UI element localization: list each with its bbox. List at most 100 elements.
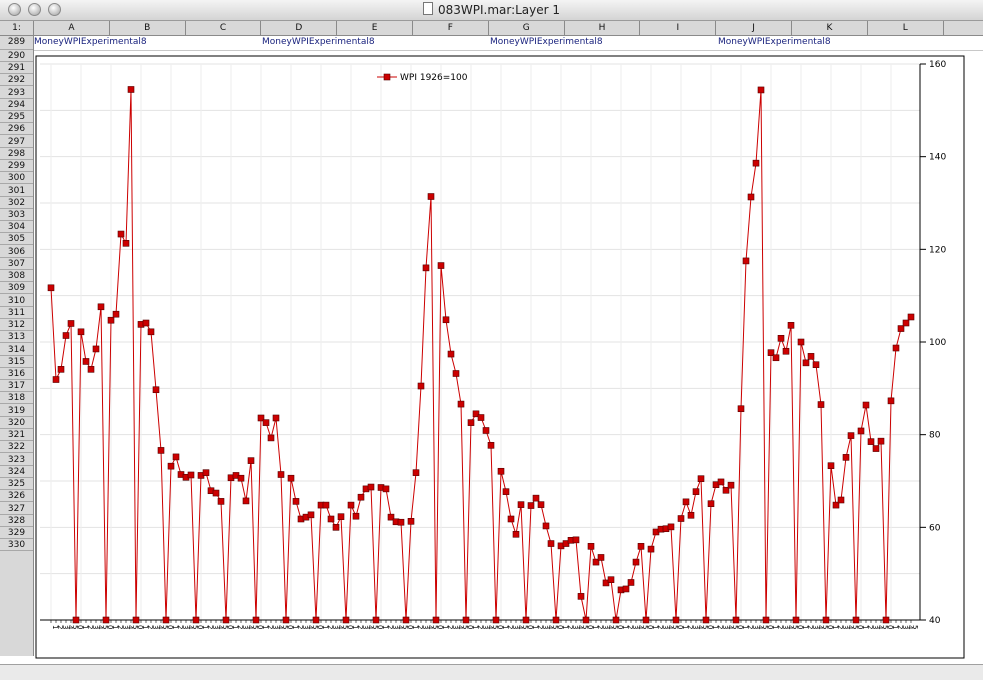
data-point-80 <box>447 350 455 358</box>
data-point-6 <box>77 328 85 336</box>
data-point-169 <box>892 344 900 352</box>
data-point-128 <box>687 511 695 519</box>
data-point-40 <box>247 457 255 464</box>
data-point-57 <box>332 524 340 531</box>
data-point-153 <box>812 361 820 369</box>
data-point-0 <box>47 284 55 292</box>
data-point-81 <box>452 370 460 377</box>
data-point-39 <box>242 497 250 505</box>
data-point-2 <box>57 366 65 373</box>
data-point-29 <box>192 616 200 624</box>
data-point-60 <box>347 501 355 509</box>
data-point-76 <box>427 193 435 200</box>
data-point-5 <box>72 616 80 624</box>
data-point-152 <box>807 353 815 360</box>
data-point-101 <box>552 616 560 624</box>
data-point-53 <box>312 616 320 624</box>
data-point-33 <box>212 489 220 497</box>
spreadsheet-window: 083WPI.mar:Layer 1 1: A B C D E F G H I J K L 289 290… <box>0 0 983 680</box>
data-point-34 <box>217 498 225 505</box>
data-point-9 <box>92 345 100 353</box>
data-point-130 <box>697 475 705 482</box>
data-point-158 <box>837 496 845 504</box>
data-point-44 <box>267 434 275 442</box>
data-point-83 <box>462 616 470 624</box>
data-point-31 <box>202 469 210 476</box>
data-point-93 <box>512 530 520 538</box>
data-point-154 <box>817 401 825 408</box>
data-point-106 <box>577 593 585 600</box>
data-point-140 <box>747 193 755 201</box>
data-point-171 <box>902 319 910 327</box>
horizontal-scrollbar[interactable] <box>0 664 983 680</box>
data-point-94 <box>517 501 525 508</box>
data-point-56 <box>327 515 335 523</box>
data-point-24 <box>167 462 175 470</box>
data-point-25 <box>172 453 180 461</box>
data-point-21 <box>152 386 160 394</box>
data-point-105 <box>572 536 580 544</box>
data-point-124 <box>667 523 675 531</box>
data-point-162 <box>857 427 865 435</box>
data-point-165 <box>872 445 880 452</box>
data-point-118 <box>637 543 645 550</box>
data-point-79 <box>442 316 450 324</box>
data-point-67 <box>382 485 390 493</box>
data-point-137 <box>732 616 740 624</box>
data-point-8 <box>87 366 95 373</box>
data-point-127 <box>682 498 690 506</box>
data-point-12 <box>107 316 115 324</box>
wpi-line-chart: 40 60 80 100 120 140 160 123450123450123450123… <box>35 55 965 659</box>
data-point-20 <box>147 328 155 336</box>
y-tick-label-80: 80 <box>929 431 941 441</box>
chart-x-axis: 1234501234501234501234501234501234501234… <box>40 619 920 630</box>
data-point-142 <box>757 86 765 94</box>
data-point-170 <box>897 325 905 332</box>
y-tick-label-160: 160 <box>929 60 946 70</box>
data-point-77 <box>432 616 440 624</box>
data-point-11 <box>102 616 110 624</box>
chart-legend: WPI 1926=100 <box>377 73 468 83</box>
legend-label: WPI 1926=100 <box>400 73 468 83</box>
data-point-172 <box>907 313 915 321</box>
data-point-166 <box>877 437 885 445</box>
data-point-100 <box>547 540 555 547</box>
series-line-wpi <box>50 89 912 621</box>
y-tick-label-140: 140 <box>929 153 946 163</box>
x-tick-label-172: 5 <box>911 625 919 629</box>
data-point-159 <box>842 454 850 461</box>
data-point-7 <box>82 358 90 365</box>
data-point-74 <box>417 382 425 390</box>
data-point-136 <box>727 481 735 489</box>
data-point-35 <box>222 616 230 624</box>
data-point-41 <box>252 616 260 624</box>
data-point-75 <box>422 264 430 272</box>
data-point-70 <box>397 518 405 526</box>
data-point-164 <box>867 438 875 445</box>
data-point-107 <box>582 616 590 624</box>
data-point-78 <box>437 262 445 269</box>
data-point-48 <box>287 474 295 482</box>
data-point-112 <box>607 576 615 583</box>
data-point-73 <box>412 469 420 476</box>
data-point-86 <box>477 414 485 421</box>
y-tick-label-100: 100 <box>929 338 946 348</box>
data-point-151 <box>802 359 810 367</box>
data-point-49 <box>292 498 300 505</box>
data-point-110 <box>597 554 605 561</box>
data-point-120 <box>647 545 655 553</box>
data-point-116 <box>627 579 635 586</box>
data-point-19 <box>142 319 150 327</box>
data-point-134 <box>717 478 725 486</box>
data-point-150 <box>797 338 805 346</box>
data-point-59 <box>342 616 350 624</box>
data-point-82 <box>457 400 465 408</box>
data-point-47 <box>282 616 290 624</box>
y-tick-label-60: 60 <box>929 523 941 533</box>
data-point-168 <box>887 397 895 405</box>
data-point-167 <box>882 616 890 624</box>
data-point-156 <box>827 462 835 470</box>
y-tick-label-40: 40 <box>929 616 941 626</box>
data-point-147 <box>782 347 790 355</box>
data-point-72 <box>407 518 415 525</box>
